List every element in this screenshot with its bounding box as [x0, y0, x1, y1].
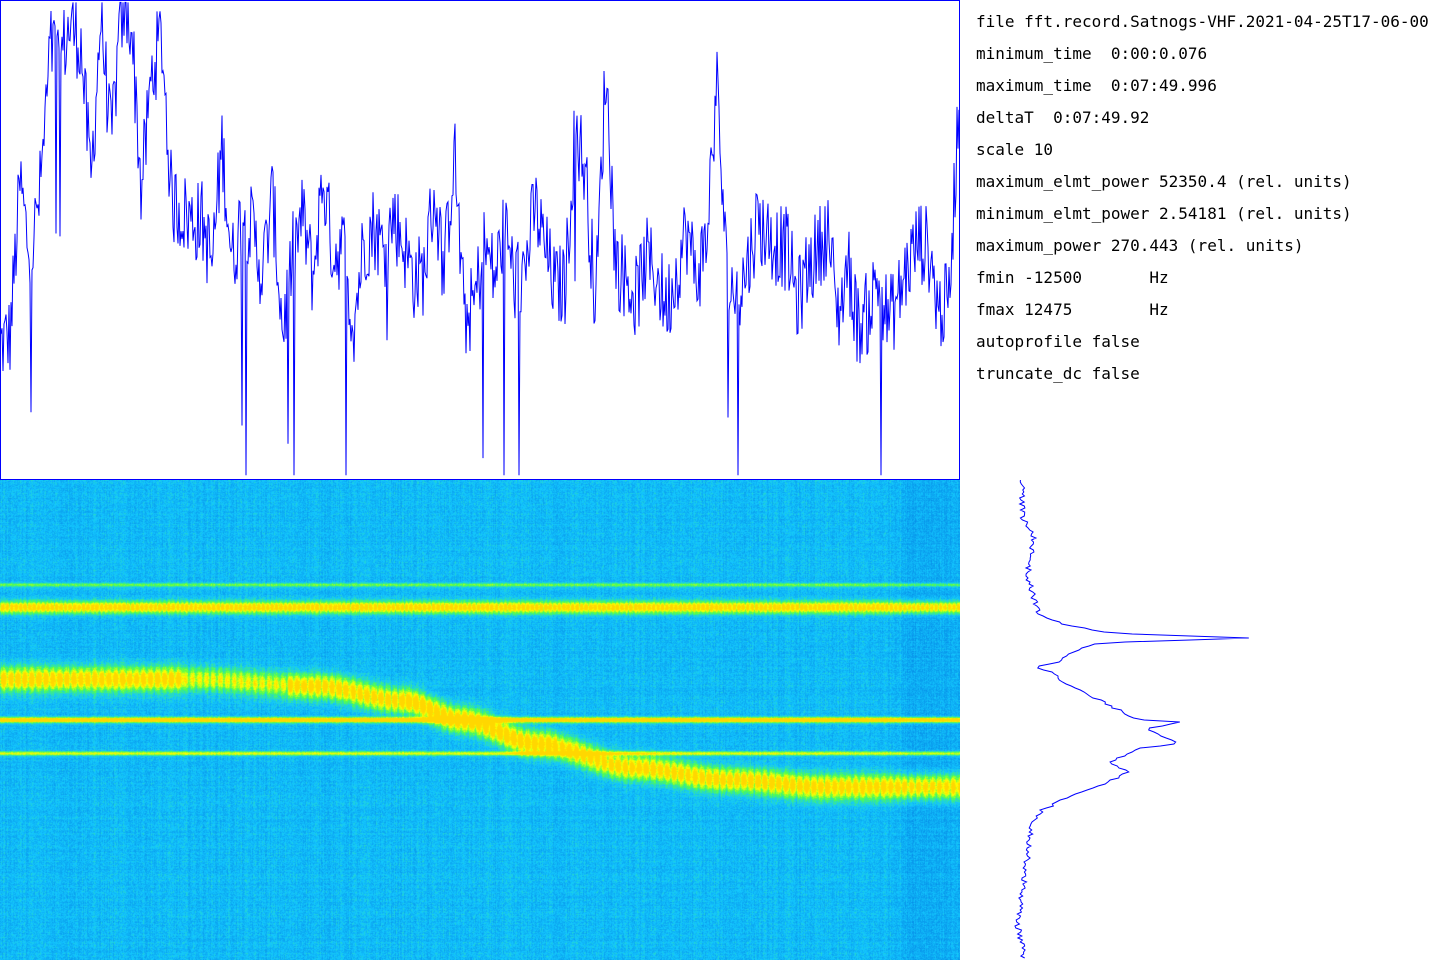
time-power-plot [0, 0, 960, 480]
info-line: deltaT 0:07:49.92 [976, 108, 1150, 127]
info-line: truncate_dc false [976, 364, 1140, 383]
info-panel: file fft.record.Satnogs-VHF.2021-04-25T1… [976, 10, 1440, 410]
info-line: maximum_power 270.443 (rel. units) [976, 236, 1304, 255]
info-line: minimum_elmt_power 2.54181 (rel. units) [976, 204, 1352, 223]
info-line: minimum_time 0:00:0.076 [976, 44, 1208, 63]
info-line: maximum_time 0:07:49.996 [976, 76, 1217, 95]
waterfall-spectrogram [0, 480, 960, 960]
power-trace [0, 1, 960, 476]
info-line: autoprofile false [976, 332, 1140, 351]
info-line: fmax 12475 Hz [976, 300, 1169, 319]
info-line: file fft.record.Satnogs-VHF.2021-04-25T1… [976, 12, 1429, 31]
frequency-power-profile [960, 480, 1440, 960]
info-line: maximum_elmt_power 52350.4 (rel. units) [976, 172, 1352, 191]
info-line: scale 10 [976, 140, 1054, 159]
info-line: fmin -12500 Hz [976, 268, 1169, 287]
profile-trace [1014, 480, 1249, 959]
